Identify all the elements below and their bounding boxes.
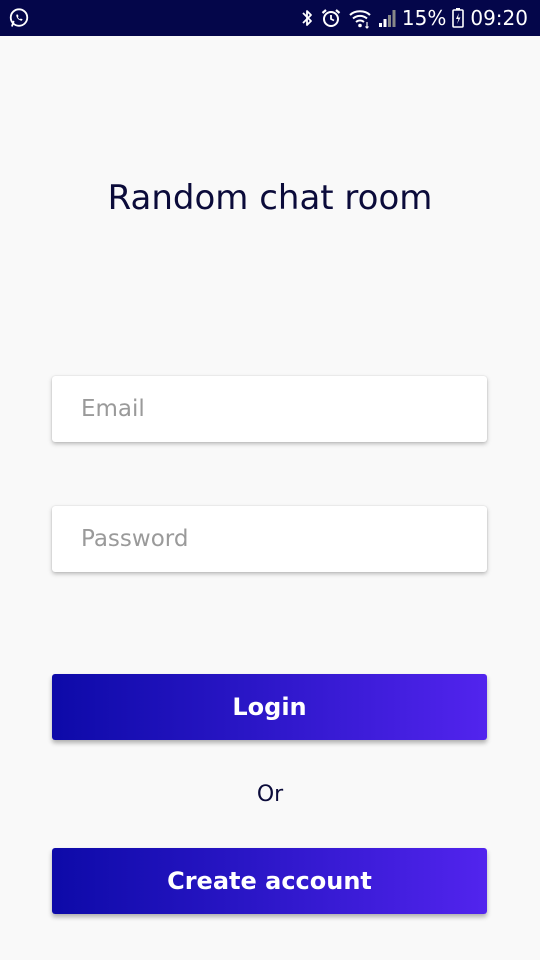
whatsapp-icon [8,7,30,29]
email-field[interactable] [52,376,487,442]
create-account-button-label: Create account [167,867,372,895]
status-right: 15% 09:20 [300,6,528,30]
create-account-button[interactable]: Create account [52,848,487,914]
page-title: Random chat room [107,178,433,218]
battery-icon [452,7,465,29]
alarm-icon [320,7,342,29]
clock-time: 09:20 [470,6,528,30]
or-separator: Or [256,782,284,807]
battery-percent: 15% [401,6,447,30]
status-bar: 15% 09:20 [0,0,540,36]
wifi-icon [348,7,372,29]
login-button[interactable]: Login [52,674,487,740]
signal-icon [378,7,396,29]
status-left [8,7,30,29]
email-input[interactable] [79,395,460,423]
password-input[interactable] [79,525,460,553]
login-button-label: Login [232,693,307,721]
bluetooth-icon [300,7,314,29]
password-field[interactable] [52,506,487,572]
